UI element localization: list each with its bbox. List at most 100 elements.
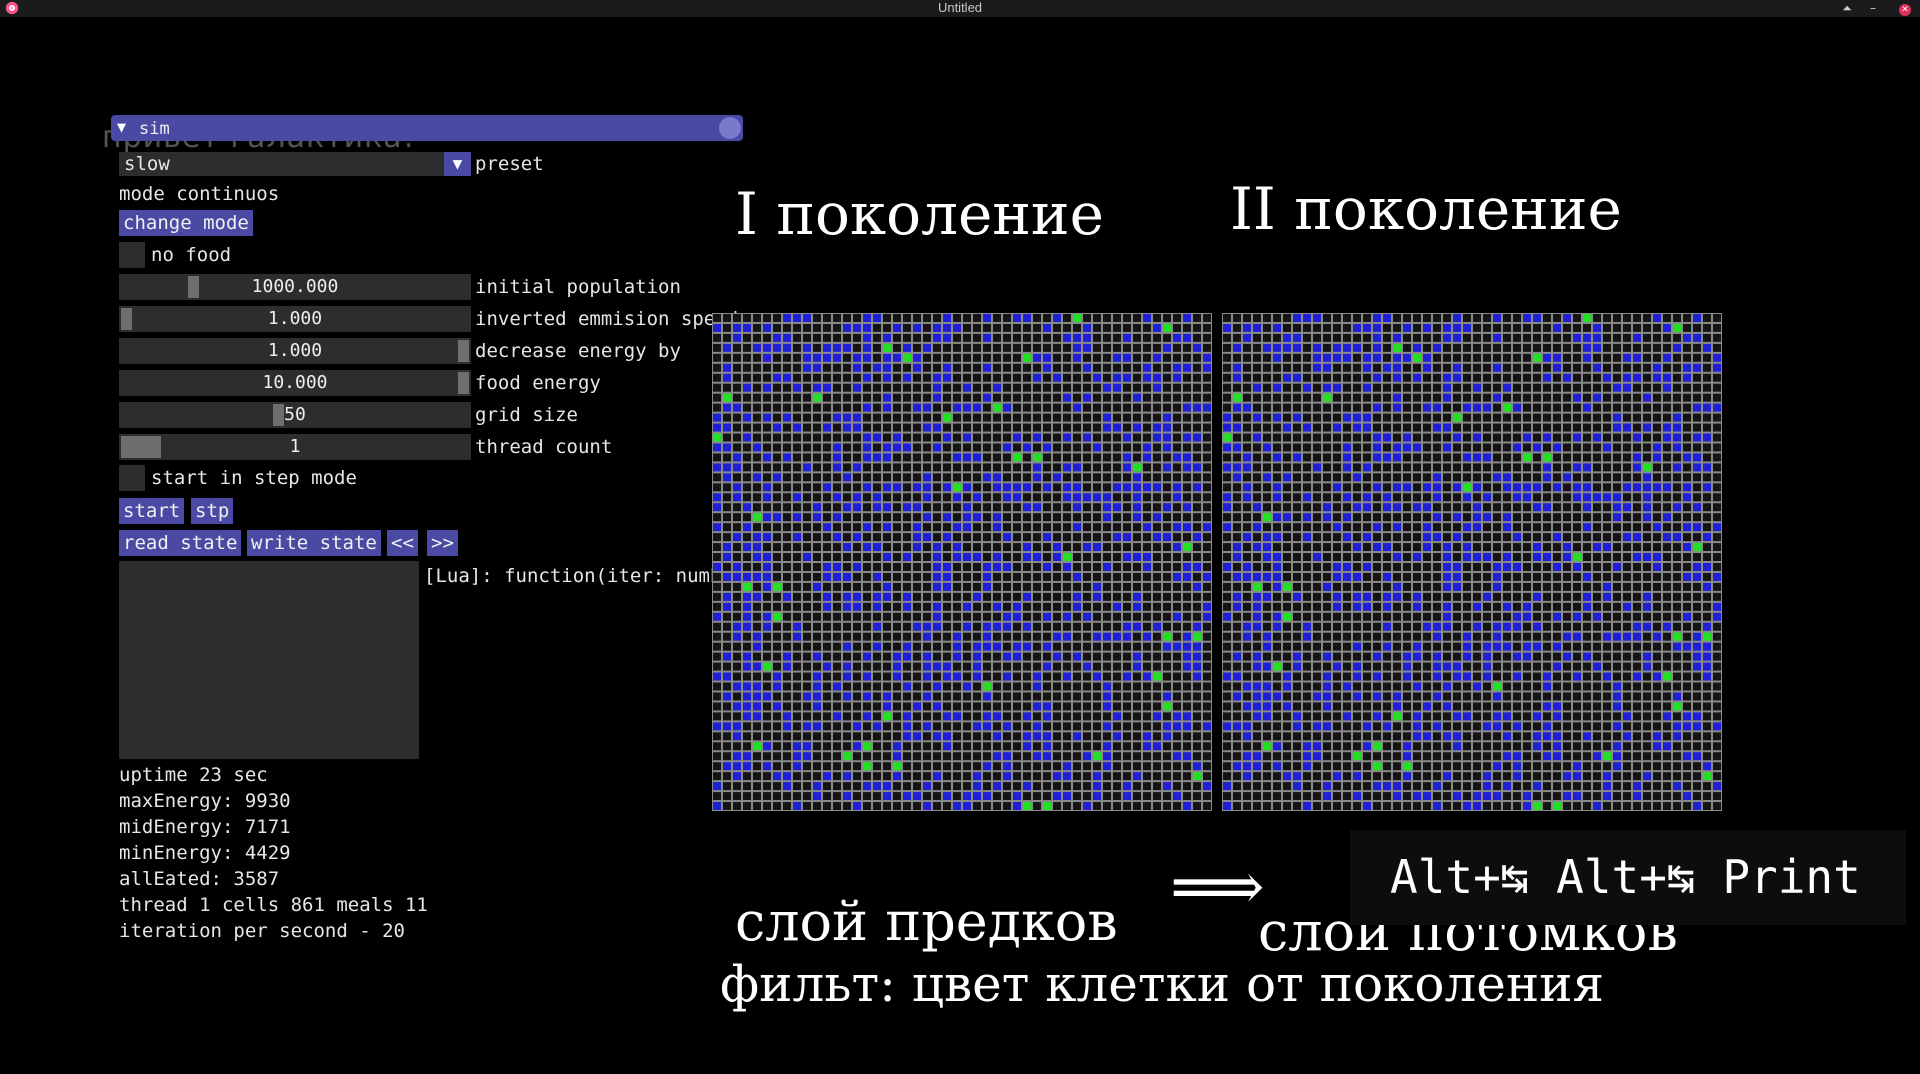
grid-cell — [1433, 772, 1441, 781]
sim-window-header[interactable]: ▼ sim — [111, 115, 743, 141]
lua-code-textarea[interactable] — [119, 561, 419, 759]
grid-cell — [833, 513, 841, 522]
slider-5[interactable]: 1 — [119, 434, 471, 460]
grid-cell — [1293, 393, 1301, 402]
grid-cell — [1363, 333, 1371, 342]
next-button[interactable]: >> — [427, 530, 458, 556]
grid-cell — [1433, 732, 1441, 741]
slider-label: initial population — [475, 276, 681, 298]
grid-cell — [753, 652, 761, 661]
grid-cell — [1183, 383, 1191, 392]
grid-cell — [1473, 363, 1481, 372]
grid-cell — [1593, 752, 1601, 761]
grid-cell — [1383, 612, 1391, 621]
no-food-checkbox[interactable] — [119, 242, 145, 268]
slider-3[interactable]: 10.000 — [119, 370, 471, 396]
grid-cell — [1263, 722, 1271, 731]
grid-cell — [1073, 473, 1081, 482]
grid-cell — [1533, 513, 1541, 522]
grid-cell — [1713, 642, 1721, 651]
grid-cell — [1163, 363, 1171, 372]
grid-cell — [1363, 712, 1371, 721]
grid-cell — [1523, 732, 1531, 741]
grid-cell — [1683, 323, 1691, 332]
grid-cell — [1403, 473, 1411, 482]
grid-cell — [1303, 782, 1311, 791]
grid-cell — [723, 463, 731, 472]
grid-cell — [723, 563, 731, 571]
slider-2[interactable]: 1.000 — [119, 338, 471, 364]
grid-cell — [1043, 772, 1051, 781]
grid-cell — [1323, 662, 1331, 671]
descendant-grid[interactable] — [1222, 313, 1722, 811]
grid-cell — [1283, 513, 1291, 522]
preset-dropdown-arrow-icon[interactable]: ▼ — [444, 152, 471, 176]
grid-cell — [1303, 772, 1311, 781]
grid-cell — [743, 572, 751, 581]
grid-cell — [803, 403, 811, 412]
grid-cell — [1683, 752, 1691, 761]
grid-cell — [833, 632, 841, 641]
grid-cell — [793, 473, 801, 482]
grid-cell — [1173, 533, 1181, 542]
grid-cell — [1193, 792, 1201, 801]
grid-cell — [1023, 473, 1031, 482]
no-food-label: no food — [151, 244, 232, 266]
grid-cell — [1163, 473, 1171, 482]
prev-button[interactable]: << — [387, 530, 418, 556]
start-button[interactable]: start — [119, 498, 185, 524]
descendant-grid-canvas[interactable] — [1222, 313, 1722, 811]
grid-cell — [1223, 533, 1231, 542]
grid-cell — [1403, 752, 1411, 761]
grid-cell — [1273, 592, 1281, 601]
grid-cell — [1373, 712, 1381, 721]
close-button[interactable]: ✕ — [1896, 0, 1914, 16]
step-mode-checkbox[interactable] — [119, 465, 145, 491]
grid-cell — [1103, 463, 1111, 472]
slider-0[interactable]: 1000.000 — [119, 274, 471, 300]
grid-cell — [1123, 363, 1131, 372]
preset-combo[interactable]: slow — [119, 152, 444, 176]
grid-cell — [1163, 592, 1171, 601]
grid-cell — [1233, 433, 1241, 442]
grid-cell — [1653, 473, 1661, 482]
window-close-dot[interactable] — [719, 117, 741, 139]
keep-above-icon[interactable]: ⏶ — [1838, 0, 1856, 16]
grid-cell — [1443, 682, 1451, 691]
grid-cell — [1473, 592, 1481, 601]
grid-cell — [1523, 582, 1531, 591]
grid-cell — [1093, 802, 1101, 810]
stp-button[interactable]: stp — [191, 498, 234, 524]
ancestor-grid-canvas[interactable] — [712, 313, 1212, 811]
grid-cell — [1063, 343, 1071, 352]
window-titlebar: Untitled ⏶ – ✕ — [0, 0, 1920, 17]
slider-4[interactable]: 50 — [119, 402, 471, 428]
grid-cell — [1313, 433, 1321, 442]
read-state-button[interactable]: read state — [119, 530, 242, 556]
grid-cell — [1393, 662, 1401, 671]
grid-cell — [1123, 343, 1131, 352]
grid-cell — [1133, 672, 1141, 681]
grid-cell — [1433, 742, 1441, 751]
grid-cell — [1053, 802, 1061, 810]
grid-cell — [1013, 383, 1021, 392]
slider-1[interactable]: 1.000 — [119, 306, 471, 332]
grid-cell — [833, 692, 841, 701]
grid-cell — [1423, 433, 1431, 442]
grid-cell — [733, 692, 741, 701]
minimize-button[interactable]: – — [1864, 0, 1882, 16]
grid-cell — [1623, 652, 1631, 661]
grid-cell — [1643, 622, 1651, 631]
grid-cell — [1223, 742, 1231, 751]
grid-cell — [1343, 513, 1351, 522]
grid-cell — [813, 802, 821, 810]
collapse-arrow-icon[interactable]: ▼ — [117, 118, 126, 136]
change-mode-button[interactable]: change mode — [119, 210, 253, 236]
grid-cell — [1103, 473, 1111, 482]
write-state-button[interactable]: write state — [247, 530, 381, 556]
grid-cell — [823, 762, 831, 771]
ancestor-grid[interactable] — [712, 313, 1212, 811]
grid-cell — [1003, 373, 1011, 382]
grid-cell — [1663, 393, 1671, 402]
grid-cell — [1193, 712, 1201, 721]
